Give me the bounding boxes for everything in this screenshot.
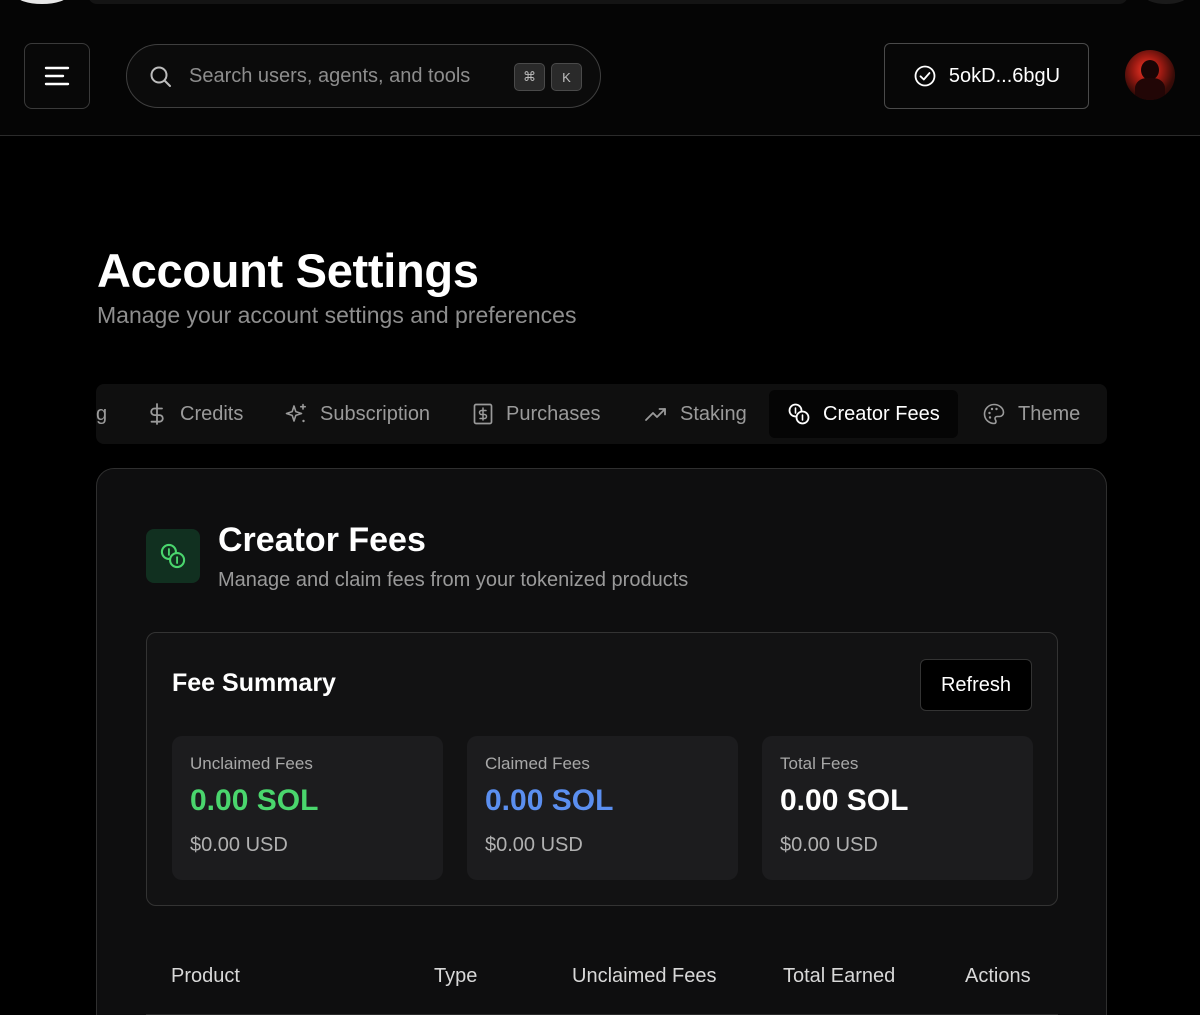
section-title: Creator Fees: [218, 521, 426, 559]
top-address-bar: [88, 0, 1128, 4]
stat-label: Unclaimed Fees: [190, 754, 313, 773]
top-left-element: [16, 0, 68, 4]
wallet-button[interactable]: 5okD...6bgU: [884, 43, 1089, 109]
top-right-element: [1144, 0, 1188, 4]
tab-creator-fees[interactable]: Creator Fees: [769, 390, 958, 438]
stat-usd: $0.00 USD: [190, 834, 288, 856]
shortcut-key-cmd: ⌘: [514, 63, 545, 91]
wallet-address: 5okD...6bgU: [948, 64, 1061, 87]
total-fees-stat: Total Fees 0.00 SOL $0.00 USD: [762, 736, 1033, 880]
browser-top-bar: [0, 0, 1200, 17]
tab-subscription[interactable]: Subscription: [284, 390, 430, 438]
palette-icon: [983, 403, 1005, 425]
stat-value: 0.00 SOL: [780, 784, 909, 817]
stat-value: 0.00 SOL: [190, 784, 319, 817]
column-header-type: Type: [434, 965, 478, 987]
stat-value: 0.00 SOL: [485, 784, 614, 817]
avatar-body: [1135, 78, 1165, 100]
creator-fees-card: Creator Fees Manage and claim fees from …: [96, 468, 1107, 1015]
avatar[interactable]: [1125, 50, 1175, 100]
tab-label: g: [96, 402, 108, 425]
tab-label: Creator Fees: [823, 402, 940, 425]
check-circle-icon: [914, 65, 936, 87]
fee-summary-title: Fee Summary: [172, 669, 336, 697]
claimed-fees-stat: Claimed Fees 0.00 SOL $0.00 USD: [467, 736, 738, 880]
hamburger-icon: [44, 66, 70, 86]
avatar-head: [1141, 60, 1159, 80]
column-header-total-earned: Total Earned: [783, 965, 896, 987]
app-header: ⌘ K 5okD...6bgU: [0, 17, 1200, 136]
stat-label: Claimed Fees: [485, 754, 590, 773]
menu-button[interactable]: [24, 43, 90, 109]
trending-up-icon: [645, 408, 666, 421]
creator-fees-badge: [146, 529, 200, 583]
fee-summary-panel: Fee Summary Refresh Unclaimed Fees 0.00 …: [146, 632, 1058, 906]
dollar-icon: [150, 403, 164, 425]
stat-usd: $0.00 USD: [485, 834, 583, 856]
tab-theme[interactable]: Theme: [982, 390, 1080, 438]
stat-usd: $0.00 USD: [780, 834, 878, 856]
tab-label: Subscription: [320, 402, 431, 425]
search-bar[interactable]: ⌘ K: [126, 44, 601, 108]
tab-purchases[interactable]: Purchases: [472, 390, 601, 438]
tab-label: Staking: [680, 402, 747, 425]
column-header-unclaimed-fees: Unclaimed Fees: [572, 965, 717, 987]
unclaimed-fees-stat: Unclaimed Fees 0.00 SOL $0.00 USD: [172, 736, 443, 880]
tab-label: Purchases: [506, 402, 601, 425]
column-header-actions: Actions: [965, 965, 1031, 987]
page-subtitle: Manage your account settings and prefere…: [97, 302, 577, 328]
section-subtitle: Manage and claim fees from your tokenize…: [218, 569, 689, 591]
page-title: Account Settings: [97, 244, 479, 297]
refresh-button[interactable]: Refresh: [920, 659, 1032, 711]
search-input[interactable]: [189, 61, 481, 91]
receipt-icon: [473, 403, 493, 425]
search-icon: [150, 66, 171, 87]
tab-credits[interactable]: Credits: [146, 390, 243, 438]
sparkles-icon: [285, 403, 307, 423]
coins-icon: [160, 543, 186, 569]
stat-label: Total Fees: [780, 754, 859, 773]
coins-icon: [788, 403, 810, 425]
tab-staking[interactable]: Staking: [644, 390, 747, 438]
settings-tabs: g Credits Subscription Purchases Staking: [96, 384, 1107, 444]
column-header-product: Product: [171, 965, 240, 987]
tab-label: Theme: [1018, 402, 1081, 425]
tab-label: Credits: [180, 402, 244, 425]
tab-truncated[interactable]: g: [96, 390, 107, 438]
shortcut-key-k: K: [551, 63, 582, 91]
